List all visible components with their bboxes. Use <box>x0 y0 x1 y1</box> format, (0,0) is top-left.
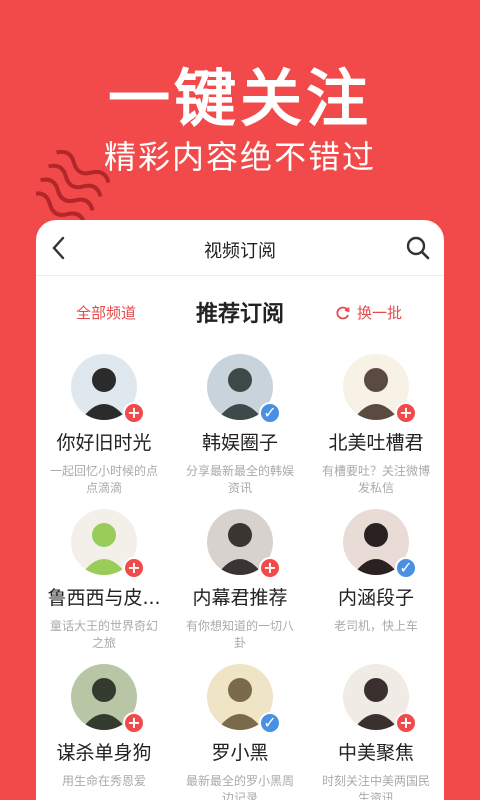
channel-item[interactable]: + 中美聚焦时刻关注中美两国民生资讯 <box>308 656 444 800</box>
search-icon <box>406 236 430 260</box>
channel-name: 谋杀单身狗 <box>56 742 152 764</box>
channel-name: 韩娱圈子 <box>201 432 278 454</box>
top-bar: 视频订阅 <box>36 220 444 276</box>
avatar-wrap: + <box>71 664 145 734</box>
channel-grid: + 你好旧时光一起回忆小时候的点点滴滴 ✓ 韩娱圈子分享最新最全的韩娱资讯 + 北美吐槽君… <box>36 346 444 800</box>
channel-name: 罗小黑 <box>211 742 269 764</box>
channel-name: 内幕君推荐 <box>192 587 288 609</box>
followed-check-icon[interactable]: ✓ <box>259 712 281 734</box>
refresh-button[interactable]: 换一批 <box>335 302 402 323</box>
channel-item[interactable]: + 北美吐槽君有槽要吐？关注微博发私信 <box>308 346 444 501</box>
channel-description: 最新最全的罗小黑周边记录 <box>185 774 294 800</box>
followed-check-icon[interactable]: ✓ <box>259 402 281 424</box>
channel-item[interactable]: + 鲁西西与皮... 童话大王的世界奇幻之旅 <box>36 501 172 656</box>
follow-plus-button[interactable]: + <box>123 402 145 424</box>
avatar-wrap: + <box>343 664 417 734</box>
channel-item[interactable]: ✓ 韩娱圈子分享最新最全的韩娱资讯 <box>172 346 308 501</box>
channel-name: 北美吐槽君 <box>328 432 424 454</box>
channel-item[interactable]: + 你好旧时光一起回忆小时候的点点滴滴 <box>36 346 172 501</box>
channel-item[interactable]: ✓ 罗小黑最新最全的罗小黑周边记录 <box>172 656 308 800</box>
follow-plus-button[interactable]: + <box>123 712 145 734</box>
avatar-wrap: + <box>71 509 145 579</box>
page-title: 视频订阅 <box>204 241 276 262</box>
follow-plus-button[interactable]: + <box>259 557 281 579</box>
channel-description: 有你想知道的一切八卦 <box>185 619 294 650</box>
channel-description: 童话大王的世界奇幻之旅 <box>49 619 158 650</box>
follow-plus-button[interactable]: + <box>395 712 417 734</box>
follow-plus-button[interactable]: + <box>123 557 145 579</box>
channel-description: 老司机，快上车 <box>333 619 418 633</box>
channel-name: 鲁西西与皮... <box>47 587 161 609</box>
avatar-wrap: + <box>343 354 417 424</box>
avatar-wrap: + <box>71 354 145 424</box>
search-button[interactable] <box>404 234 432 262</box>
avatar-wrap: ✓ <box>207 354 281 424</box>
channel-name: 中美聚焦 <box>337 742 414 764</box>
channel-name: 内涵段子 <box>337 587 414 609</box>
follow-plus-button[interactable]: + <box>395 402 417 424</box>
refresh-icon <box>336 306 350 319</box>
section-header: 全部频道 推荐订阅 换一批 <box>36 276 444 346</box>
channel-description: 时刻关注中美两国民生资讯 <box>321 774 430 800</box>
channel-description: 有槽要吐？关注微博发私信 <box>321 464 430 495</box>
channel-item[interactable]: ✓ 内涵段子老司机，快上车 <box>308 501 444 656</box>
hero-title: 一键关注 <box>107 62 372 135</box>
channel-description: 分享最新最全的韩娱资讯 <box>185 464 294 495</box>
avatar-wrap: + <box>207 509 281 579</box>
refresh-label: 换一批 <box>356 304 402 322</box>
subscription-card: 视频订阅 全部频道 推荐订阅 换一批 + 你好旧时光一起回忆小时候的点点滴滴 ✓ 韩娱… <box>36 220 444 800</box>
channel-name: 你好旧时光 <box>56 432 152 454</box>
channel-item[interactable]: + 内幕君推荐有你想知道的一切八卦 <box>172 501 308 656</box>
avatar-wrap: ✓ <box>207 664 281 734</box>
channel-description: 一起回忆小时候的点点滴滴 <box>49 464 158 495</box>
channel-item[interactable]: + 谋杀单身狗用生命在秀恩爱 <box>36 656 172 800</box>
followed-check-icon[interactable]: ✓ <box>395 557 417 579</box>
channel-description: 用生命在秀恩爱 <box>61 774 146 788</box>
avatar-wrap: ✓ <box>343 509 417 579</box>
